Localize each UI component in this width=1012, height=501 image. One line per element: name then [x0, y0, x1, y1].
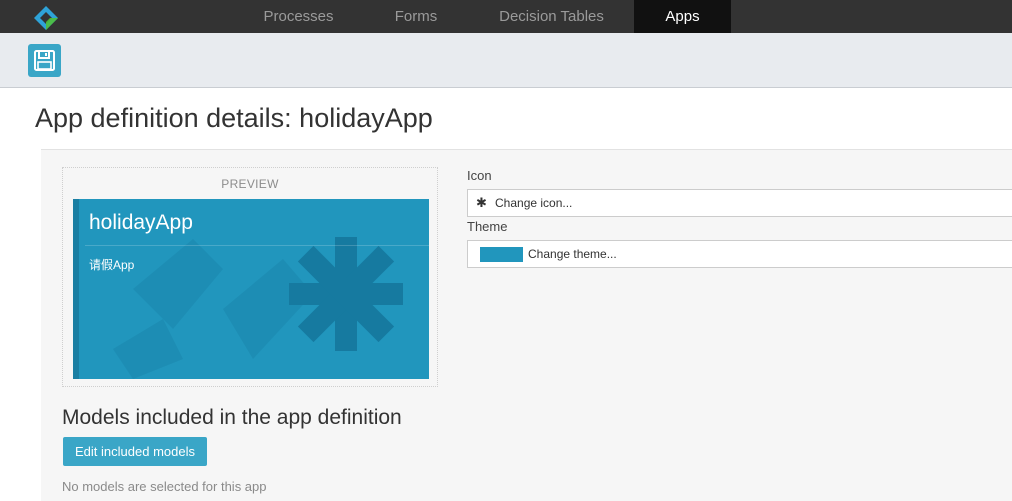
tile-accent-stripe — [73, 199, 79, 379]
edit-included-models-button[interactable]: Edit included models — [63, 437, 207, 466]
asterisk-icon: ✱ — [476, 195, 487, 210]
icon-field-label: Icon — [467, 168, 492, 183]
save-icon — [34, 50, 55, 71]
theme-field-label: Theme — [467, 219, 508, 234]
tile-divider — [85, 245, 429, 246]
toolbar — [0, 33, 1012, 88]
change-theme-button[interactable]: Change theme... — [467, 240, 1012, 268]
change-icon-button[interactable]: ✱ Change icon... — [467, 189, 1012, 217]
nav-forms[interactable]: Forms — [362, 0, 470, 33]
tile-app-name: holidayApp — [89, 211, 193, 234]
nav-apps[interactable]: Apps — [634, 0, 731, 39]
app-logo[interactable] — [33, 5, 59, 31]
change-theme-label: Change theme... — [528, 247, 617, 261]
save-button[interactable] — [28, 44, 61, 77]
app-preview-tile: holidayApp 请假App — [73, 199, 429, 379]
theme-color-swatch — [480, 247, 523, 262]
no-models-message: No models are selected for this app — [62, 479, 267, 494]
nav-processes[interactable]: Processes — [240, 0, 357, 33]
top-navigation: Processes Forms Decision Tables Apps — [0, 0, 1012, 39]
models-section-title: Models included in the app definition — [62, 406, 402, 429]
change-icon-label: Change icon... — [495, 196, 573, 210]
page-title: App definition details: holidayApp — [35, 103, 433, 133]
preview-label: PREVIEW — [221, 177, 279, 191]
nav-decision-tables[interactable]: Decision Tables — [480, 0, 623, 33]
tile-app-description: 请假App — [89, 258, 135, 272]
